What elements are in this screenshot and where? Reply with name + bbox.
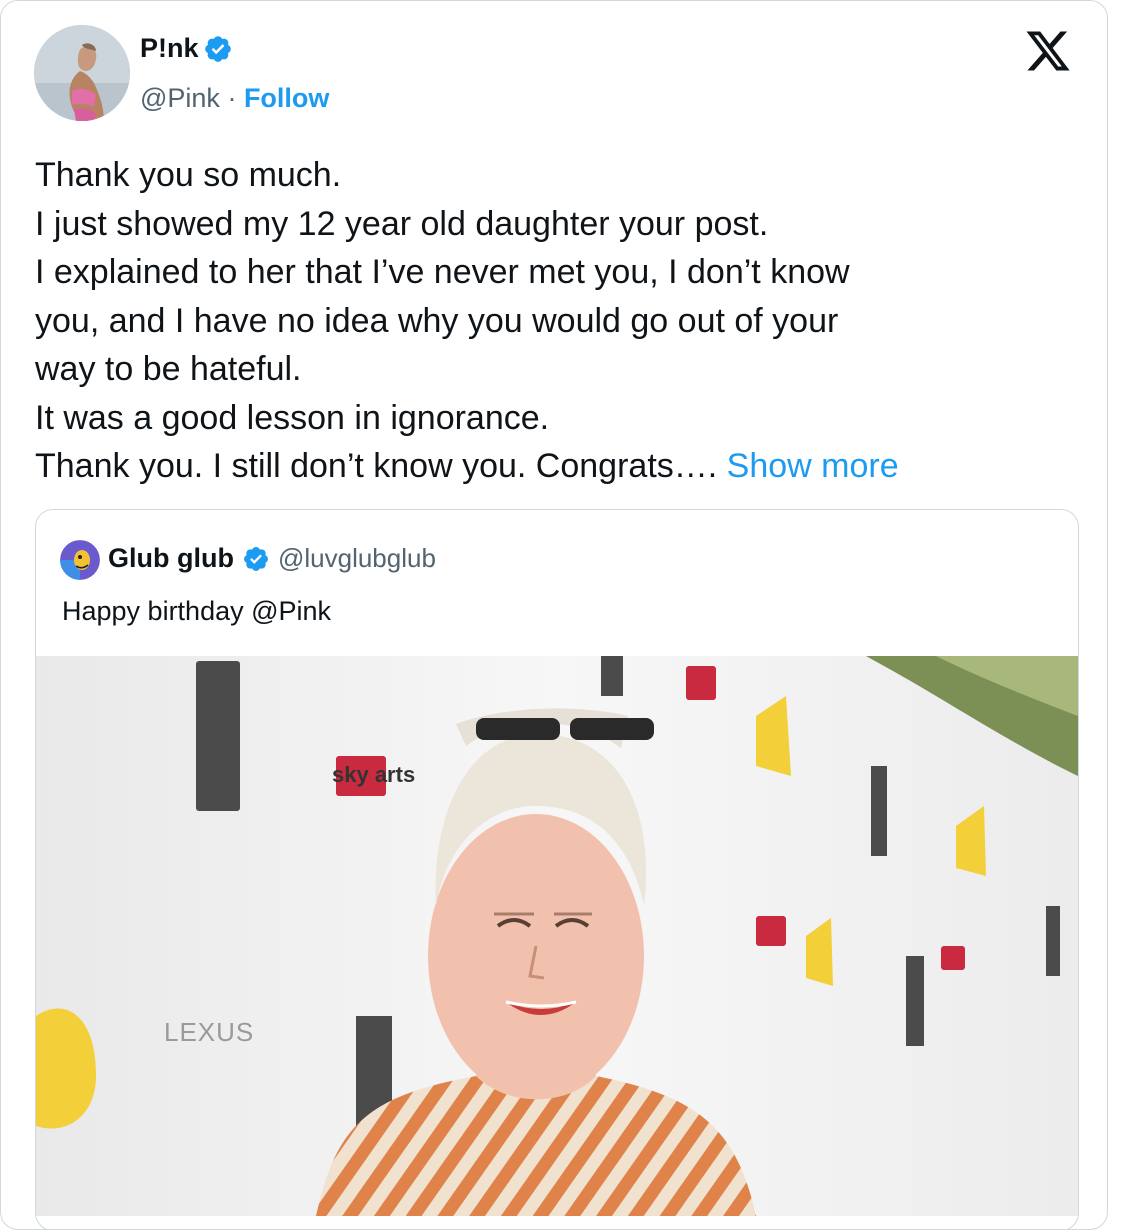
quoted-tweet[interactable]: Glub glub @luvglubglub Happy birthday @P… [35, 509, 1079, 1229]
author-avatar[interactable] [34, 25, 130, 121]
tweet-text-line: way to be hateful. [35, 350, 302, 388]
show-more-link[interactable]: Show more [727, 447, 899, 485]
quoted-author-handle[interactable]: @luvglubglub [278, 543, 436, 574]
author-handle[interactable]: @Pink [140, 83, 220, 114]
verified-badge-icon [244, 546, 268, 571]
tweet-text-line: Thank you. I still don’t know you. Congr… [35, 447, 718, 485]
tweet-text: Thank you so much. I just showed my 12 y… [35, 151, 1085, 491]
x-logo-icon[interactable] [1023, 27, 1073, 75]
author-name[interactable]: P!nk [140, 33, 199, 64]
tweet-text-line: Thank you so much. [35, 156, 342, 194]
follow-button[interactable]: Follow [244, 83, 329, 114]
verified-badge-icon [204, 35, 231, 62]
quoted-author-name[interactable]: Glub glub [108, 543, 234, 574]
tweet-text-line: It was a good lesson in ignorance. [35, 398, 550, 437]
backdrop-sponsor-logo: LEXUS [164, 1017, 254, 1047]
tweet-text-line: I explained to her that I’ve never met y… [35, 253, 850, 291]
tweet-text-line: you, and I have no idea why you would go… [35, 301, 839, 340]
author-handle-row: @Pink · Follow [140, 83, 329, 114]
author-name-row[interactable]: P!nk [140, 33, 233, 64]
quoted-tweet-text: Happy birthday @Pink [62, 596, 332, 626]
tweet-text-last-line: Thank you. I still don’t know you. Congr… [35, 442, 1085, 491]
quoted-tweet-photo[interactable]: sky arts LEXUS [36, 656, 1078, 1216]
backdrop-broadcaster-logo: sky arts [332, 762, 415, 787]
quoted-author-avatar[interactable] [60, 540, 100, 580]
handle-separator: · [219, 83, 244, 113]
tweet-card[interactable]: P!nk @Pink · Follow Thank you so much. I… [0, 0, 1108, 1230]
quoted-author-row[interactable]: Glub glub @luvglubglub [108, 543, 436, 574]
tweet-text-line: I just showed my 12 year old daughter yo… [35, 204, 769, 243]
